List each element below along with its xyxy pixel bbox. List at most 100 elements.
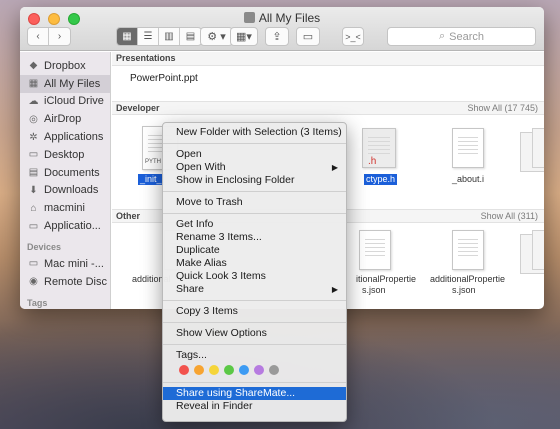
column-view-button[interactable]: ▥ [159, 28, 180, 45]
dropbox-icon: ◆ [29, 60, 38, 72]
tag-color-row [163, 362, 346, 378]
menu-separator [163, 382, 346, 383]
sidebar: ◆ Dropbox ▦ All My Files ☁ iCloud Drive ◎ Ai… [20, 52, 111, 309]
all-files-icon: ▦ [28, 78, 39, 90]
tag-green-dot[interactable] [224, 365, 234, 375]
downloads-icon: ⬇ [29, 184, 38, 196]
menu-item-copy[interactable]: Copy 3 Items [163, 305, 346, 318]
menu-item-show-in-enclosing-folder[interactable]: Show in Enclosing Folder [163, 174, 346, 187]
menu-item-open[interactable]: Open [163, 148, 346, 161]
airdrop-icon: ◎ [29, 113, 38, 125]
sidebar-item-macmini[interactable]: ⌂ macmini [20, 199, 110, 217]
tag-orange-dot[interactable] [194, 365, 204, 375]
titlebar: All My Files ‹ › ▦ ☰ ▥ ▤ ⚙ ▾ ▦▾ ⇪ ▭ >_< … [20, 7, 544, 51]
menu-item-reveal-in-finder[interactable]: Reveal in Finder [163, 400, 346, 413]
sidebar-item-mac-mini[interactable]: ▭ Mac mini -... [20, 255, 110, 273]
show-all-link[interactable]: Show All (311) [481, 210, 538, 223]
sidebar-item-remote-disc[interactable]: ◉ Remote Disc [20, 273, 110, 291]
sidebar-item-documents[interactable]: ▤ Documents [20, 164, 110, 182]
search-placeholder: Search [449, 30, 485, 43]
menu-separator [163, 322, 346, 323]
document-stack[interactable] [532, 230, 544, 270]
menu-separator [163, 191, 346, 192]
sidebar-item-icloud-drive[interactable]: ☁ iCloud Drive [20, 93, 110, 111]
menu-item-share-using-sharemate[interactable]: Share using ShareMate... [163, 387, 346, 400]
show-all-link[interactable]: Show All (17 745) [467, 102, 538, 115]
sidebar-item-label: Downloads [44, 184, 99, 197]
menu-item-get-info[interactable]: Get Info [163, 218, 346, 231]
sidebar-item-applications-folder[interactable]: ▭ Applicatio... [20, 217, 110, 235]
search-icon: ⌕ [438, 30, 446, 42]
menu-item-share[interactable]: Share ▶ [163, 283, 346, 296]
nav-buttons: ‹ › [27, 27, 71, 46]
menu-item-label: Open With [176, 161, 226, 173]
menu-item-move-to-trash[interactable]: Move to Trash [163, 196, 346, 209]
tag-icon: ▭ [302, 31, 314, 43]
sidebar-item-desktop[interactable]: ▭ Desktop [20, 146, 110, 164]
menu-item-duplicate[interactable]: Duplicate [163, 244, 346, 257]
view-mode-control: ▦ ☰ ▥ ▤ [116, 27, 202, 46]
window-title: All My Files [20, 11, 544, 25]
cover-flow-button[interactable]: ▤ [180, 28, 201, 45]
desktop-icon: ▭ [28, 149, 39, 161]
tag-gray-dot[interactable] [269, 365, 279, 375]
file-name: itionalPropertie [356, 274, 417, 284]
menu-item-new-folder-with-selection[interactable]: New Folder with Selection (3 Items) [163, 126, 346, 139]
menu-item-rename[interactable]: Rename 3 Items... [163, 231, 346, 244]
documents-icon: ▤ [28, 167, 39, 179]
sidebar-item-applications[interactable]: ✲ Applications [20, 128, 110, 146]
action-button[interactable]: ⚙ ▾ [200, 27, 233, 46]
terminal-button[interactable]: >_< [342, 27, 364, 46]
arrange-button[interactable]: ▦▾ [230, 27, 258, 46]
menu-item-make-alias[interactable]: Make Alias [163, 257, 346, 270]
tag-red-dot[interactable] [179, 365, 189, 375]
thumbnail-label: PYTH [145, 159, 162, 165]
back-button[interactable]: ‹ [28, 28, 49, 45]
icon-view-button[interactable]: ▦ [117, 28, 138, 45]
file-name: _about.i [452, 174, 485, 184]
file-name: _init_ [138, 174, 164, 185]
window-title-text: All My Files [258, 11, 321, 25]
tag-blue-dot[interactable] [239, 365, 249, 375]
home-icon: ⌂ [30, 202, 37, 214]
menu-item-quick-look[interactable]: Quick Look 3 Items [163, 270, 346, 283]
search-field[interactable]: ⌕ Search [387, 27, 536, 46]
terminal-icon: >_< [345, 31, 361, 42]
menu-item-show-view-options[interactable]: Show View Options [163, 327, 346, 340]
tag-yellow-dot[interactable] [209, 365, 219, 375]
document-stack[interactable] [532, 128, 544, 168]
sidebar-item-label: All My Files [44, 77, 101, 90]
folder-icon [243, 12, 255, 23]
menu-item-open-with[interactable]: Open With ▶ [163, 161, 346, 174]
document-thumbnail [452, 128, 484, 168]
forward-button[interactable]: › [49, 28, 70, 45]
sidebar-item-airdrop[interactable]: ◎ AirDrop [20, 110, 110, 128]
sidebar-item-label: Mac mini -... [44, 257, 104, 270]
sidebar-item-label: Applications [44, 131, 104, 144]
file-item-powerpoint[interactable]: PowerPoint.ppt [130, 73, 198, 84]
share-button[interactable]: ⇪ [265, 27, 289, 46]
sidebar-item-label: Remote Disc [44, 275, 107, 288]
section-presentations: Presentations [112, 52, 544, 66]
sidebar-section-tags: Tags [27, 297, 48, 308]
sidebar-item-label: Dropbox [44, 59, 86, 72]
folder-icon: ▭ [28, 220, 39, 232]
document-thumbnail [359, 230, 391, 270]
tag-purple-dot[interactable] [254, 365, 264, 375]
sidebar-item-dropbox[interactable]: ◆ Dropbox [20, 57, 110, 75]
sidebar-item-downloads[interactable]: ⬇ Downloads [20, 182, 110, 200]
section-title: Presentations [116, 53, 176, 63]
cloud-icon: ☁ [28, 95, 39, 107]
menu-item-tags[interactable]: Tags... [163, 349, 346, 362]
sidebar-item-label: Documents [44, 166, 100, 179]
sidebar-item-all-my-files[interactable]: ▦ All My Files [20, 74, 110, 93]
applications-icon: ✲ [29, 131, 38, 143]
tag-button[interactable]: ▭ [296, 27, 320, 46]
section-title: Developer [116, 103, 160, 113]
sidebar-section-devices: Devices [27, 241, 62, 252]
computer-icon: ▭ [28, 258, 39, 270]
list-view-button[interactable]: ☰ [138, 28, 159, 45]
menu-item-label: Share [176, 283, 205, 295]
sidebar-item-label: AirDrop [44, 113, 82, 126]
file-name-line-2: s.json [452, 285, 476, 295]
